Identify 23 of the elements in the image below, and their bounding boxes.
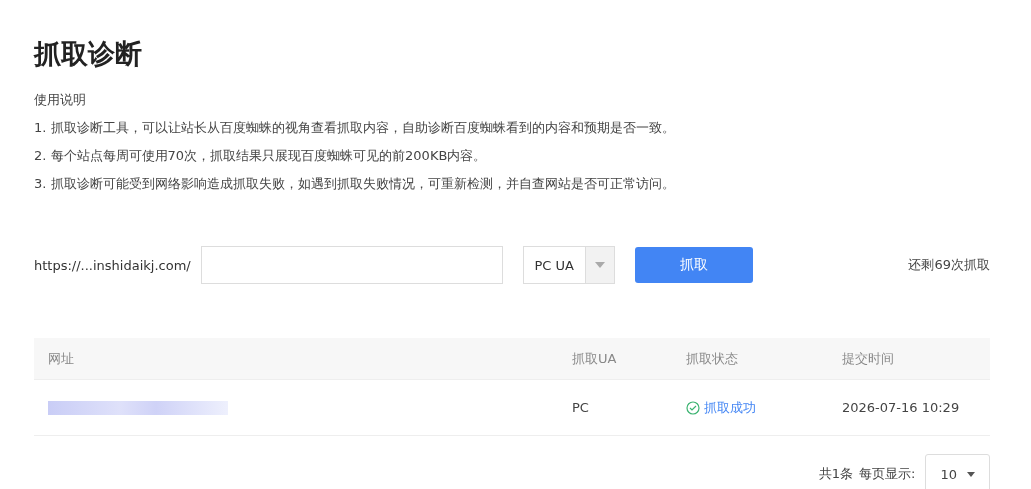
instructions-heading: 使用说明 xyxy=(34,91,87,109)
instruction-text: 3. 抓取诊断可能受到网络影响造成抓取失败，如遇到抓取失败情况，可重新检测，并自查网站是否可正常访问。 xyxy=(34,175,676,193)
table-cell-text: 2026-07-16 10:29 xyxy=(842,400,961,415)
page-size-label: 每页显示: xyxy=(859,465,916,483)
column-header: 抓取UA xyxy=(572,349,618,368)
column-header: 提交时间 xyxy=(842,349,895,368)
instruction-text: 1. 抓取诊断工具，可以让站长从百度蜘蛛的视角查看抓取内容，自助诊断百度蜘蛛看到的内容和预期是否一致。 xyxy=(34,119,676,137)
site-prefix: https://...inshidaikj.com/ xyxy=(34,257,191,273)
status-link[interactable]: 抓取成功 xyxy=(686,398,842,417)
column-header: 网址 xyxy=(48,349,75,368)
page-title: 抓取诊断 xyxy=(34,37,143,71)
check-circle-icon xyxy=(686,400,700,415)
table-cell-text: PC xyxy=(572,400,590,415)
caret-icon xyxy=(594,262,605,268)
column-header: 抓取状态 xyxy=(686,349,739,368)
fetch-button[interactable]: 抓取 xyxy=(634,247,753,283)
caret-icon xyxy=(967,471,975,477)
page-size-select[interactable]: 10 xyxy=(925,454,990,489)
instruction-text: 2. 每个站点每周可使用70次，抓取结果只展现百度蜘蛛可见的前200KB内容。 xyxy=(34,147,488,165)
total-count: 共1条 xyxy=(818,465,854,483)
url-input[interactable] xyxy=(200,246,503,284)
remaining-count: 还剩69次抓取 xyxy=(908,256,990,274)
ua-select[interactable]: PC UA xyxy=(522,246,615,284)
